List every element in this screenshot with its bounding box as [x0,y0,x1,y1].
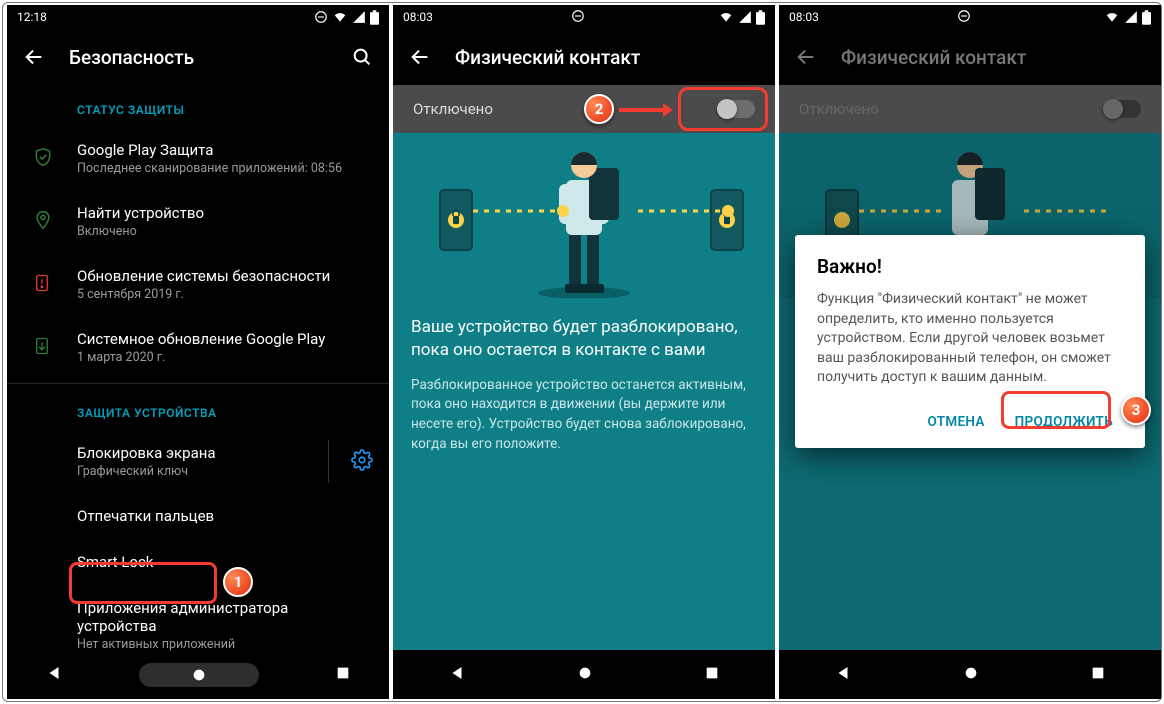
nav-home-button[interactable] [139,663,259,687]
wifi-icon [332,10,348,24]
location-icon [33,209,53,235]
nav-recent-icon[interactable] [704,665,720,685]
cancel-button[interactable]: ОТМЕНА [918,406,995,438]
nav-home-icon[interactable] [577,665,593,685]
section-header-device: ЗАЩИТА УСТРОЙСТВА [7,388,389,430]
update-box-icon [33,335,51,361]
dialog-body: Функция "Физический контакт" не может оп… [817,290,1123,388]
description: Ваше устройство будет разблокировано, по… [393,298,775,650]
toggle-row: Отключено [779,85,1161,133]
dnd-icon [571,9,585,26]
status-bar: 08:03 [779,5,1161,29]
page-title: Физический контакт [841,46,1145,69]
nav-bar [393,651,775,699]
toggle-switch[interactable] [721,100,755,118]
toggle-switch [1107,100,1141,118]
hero-illustration [393,133,775,298]
nav-back-icon[interactable] [834,664,852,686]
item-sub: Графический ключ [77,464,369,479]
page-title: Физический контакт [455,46,759,69]
dnd-icon [314,10,328,24]
section-header-status: СТАТУС ЗАЩИТЫ [7,85,389,127]
battery-icon [370,10,379,25]
divider-vertical [328,440,329,483]
status-bar: 12:18 [7,5,389,29]
item-security-update[interactable]: Обновление системы безопасности 5 сентябр… [7,253,389,316]
shield-check-icon [33,146,53,172]
item-sub: 5 сентября 2019 г. [77,287,369,302]
nav-back-icon[interactable] [448,664,466,686]
item-title: Блокировка экрана [77,444,369,462]
callout-marker-3: 3 [1121,395,1151,425]
status-time: 08:03 [403,10,433,24]
item-title: Обновление системы безопасности [77,267,369,285]
status-time: 08:03 [789,10,819,24]
continue-button[interactable]: ПРОДОЛЖИТЬ [1005,406,1123,438]
signal-icon [1124,10,1138,24]
search-button[interactable] [351,46,373,68]
item-title: Найти устройство [77,204,369,222]
item-title: Google Play Защита [77,141,369,159]
desc-body: Разблокированное устройство останется ак… [411,376,757,454]
app-bar: Безопасность [7,29,389,85]
signal-icon [352,10,366,24]
item-sub: Включено [77,224,369,239]
nav-recent-icon[interactable] [1090,665,1106,685]
gear-icon[interactable] [351,449,373,475]
toggle-label: Отключено [799,100,879,118]
item-title: Smart Lock [77,553,369,571]
item-find-device[interactable]: Найти устройство Включено [7,190,389,253]
warning-box-icon [33,272,51,298]
page-title: Безопасность [69,46,327,69]
back-button[interactable] [23,46,45,68]
item-screen-lock[interactable]: Блокировка экрана Графический ключ [7,430,389,493]
signal-icon [738,10,752,24]
callout-marker-1: 1 [223,567,253,597]
item-title: Системное обновление Google Play [77,330,369,348]
item-fingerprints[interactable]: Отпечатки пальцев [7,493,389,539]
item-title: Приложения администратора устройства [77,599,369,635]
nav-bar [779,651,1161,699]
wifi-icon [718,10,734,24]
item-smart-lock[interactable]: Smart Lock [7,539,389,585]
back-button [795,46,817,68]
toggle-label: Отключено [413,100,493,118]
nav-back-icon[interactable] [45,664,63,686]
item-sub: 1 марта 2020 г. [77,350,369,365]
app-bar: Физический контакт [393,29,775,85]
back-button[interactable] [409,46,431,68]
battery-icon [1142,10,1151,25]
item-title: Отпечатки пальцев [77,507,369,525]
item-sub: Последнее сканирование приложений: 08:56 [77,161,369,176]
nav-home-icon[interactable] [963,665,979,685]
rays-icon [393,133,775,298]
item-sub: Нет активных приложений [77,637,369,652]
nav-bar [7,651,389,699]
status-time: 12:18 [17,10,47,24]
nav-recent-icon[interactable] [335,665,351,685]
dialog-title: Важно! [817,255,1123,278]
dialog-important: Важно! Функция "Физический контакт" не м… [795,235,1145,448]
dnd-icon [957,9,971,26]
item-play-protect[interactable]: Google Play Защита Последнее сканирование… [7,127,389,190]
desc-heading: Ваше устройство будет разблокировано, по… [411,316,757,362]
divider [7,383,389,384]
app-bar: Физический контакт [779,29,1161,85]
callout-arrow-2 [617,101,675,119]
callout-marker-2: 2 [584,94,614,124]
item-play-system-update[interactable]: Системное обновление Google Play 1 марта … [7,316,389,379]
battery-icon [756,10,765,25]
wifi-icon [1104,10,1120,24]
status-bar: 08:03 [393,5,775,29]
